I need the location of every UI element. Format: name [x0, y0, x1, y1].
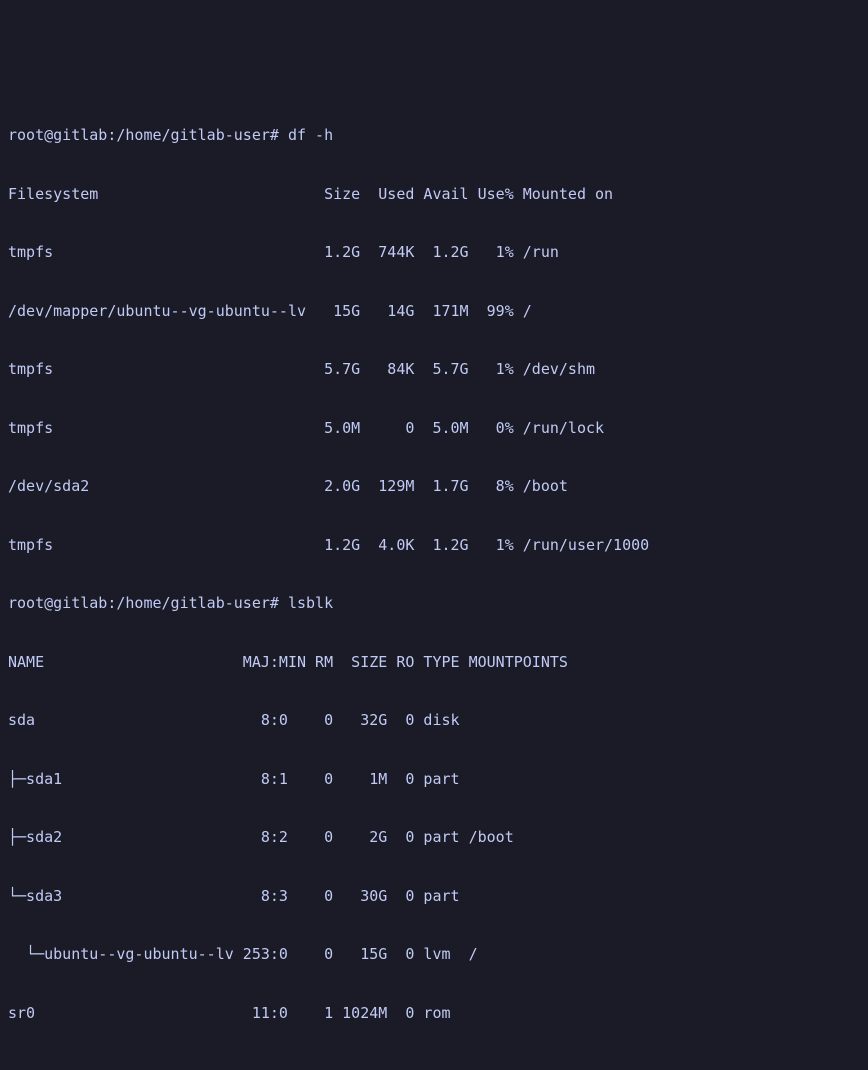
lsblk-row: sda 8:0 0 32G 0 disk — [8, 706, 860, 735]
command-text: df -h — [288, 126, 333, 144]
lsblk-row: └─sda3 8:3 0 30G 0 part — [8, 882, 860, 911]
df-row: tmpfs 5.7G 84K 5.7G 1% /dev/shm — [8, 355, 860, 384]
shell-prompt: root@gitlab:/home/gitlab-user# — [8, 126, 288, 144]
df-header: Filesystem Size Used Avail Use% Mounted … — [8, 180, 860, 209]
lsblk-row: sr0 11:0 1 1024M 0 rom — [8, 999, 860, 1028]
lsblk-header: NAME MAJ:MIN RM SIZE RO TYPE MOUNTPOINTS — [8, 648, 860, 677]
shell-prompt: root@gitlab:/home/gitlab-user# — [8, 594, 288, 612]
lsblk-row: ├─sda2 8:2 0 2G 0 part /boot — [8, 823, 860, 852]
df-row: /dev/sda2 2.0G 129M 1.7G 8% /boot — [8, 472, 860, 501]
command-line-2: root@gitlab:/home/gitlab-user# lsblk — [8, 589, 860, 618]
df-row: tmpfs 5.0M 0 5.0M 0% /run/lock — [8, 414, 860, 443]
df-row: /dev/mapper/ubuntu--vg-ubuntu--lv 15G 14… — [8, 297, 860, 326]
df-row: tmpfs 1.2G 744K 1.2G 1% /run — [8, 238, 860, 267]
lsblk-row: └─ubuntu--vg-ubuntu--lv 253:0 0 15G 0 lv… — [8, 940, 860, 969]
command-line-1: root@gitlab:/home/gitlab-user# df -h — [8, 121, 860, 150]
lsblk-row: ├─sda1 8:1 0 1M 0 part — [8, 765, 860, 794]
command-text: lsblk — [288, 594, 333, 612]
